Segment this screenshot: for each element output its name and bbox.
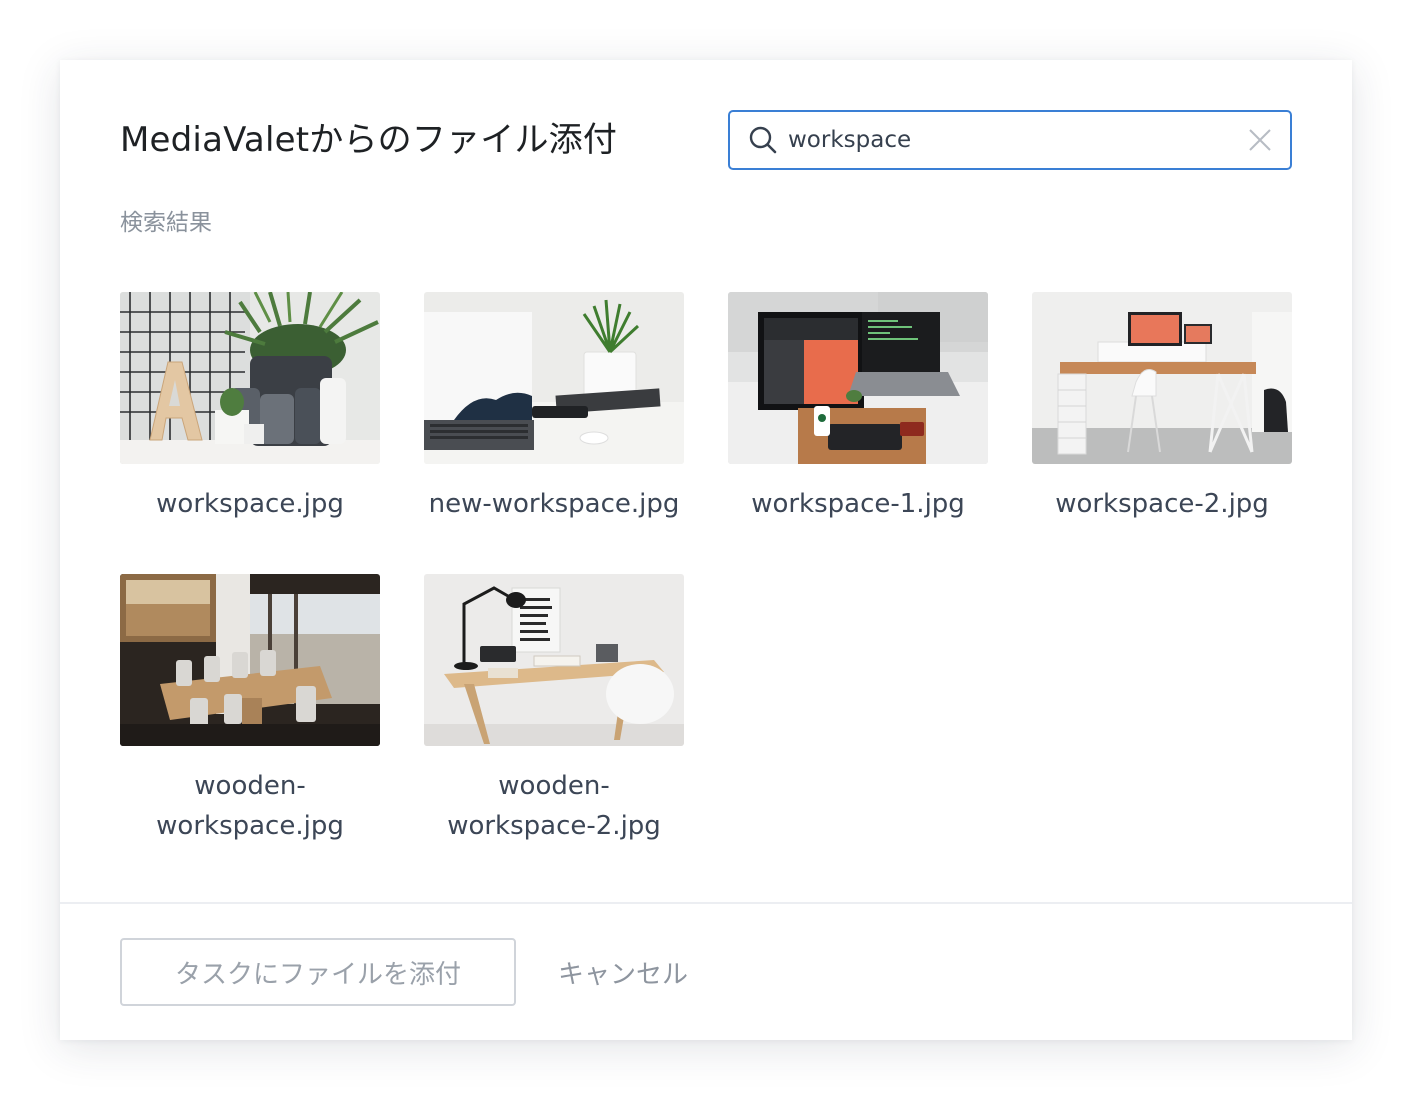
file-tile[interactable]: new-workspace.jpg [424,292,684,524]
file-tile[interactable]: workspace.jpg [120,292,380,524]
file-name[interactable]: wooden- workspace-2.jpg [404,766,704,846]
file-name[interactable]: new-workspace.jpg [404,484,704,524]
dialog-title: MediaValetからのファイル添付 [120,120,618,160]
file-tile[interactable]: workspace-1.jpg [728,292,988,524]
file-thumbnail[interactable] [120,292,380,464]
file-thumbnail[interactable] [728,292,988,464]
cancel-button[interactable]: キャンセル [538,938,708,1006]
file-name[interactable]: workspace.jpg [100,484,400,524]
search-icon [749,126,777,154]
attach-to-task-button[interactable]: タスクにファイルを添付 [120,938,516,1006]
file-thumbnail[interactable] [1032,292,1292,464]
file-thumbnail[interactable] [424,574,684,746]
file-thumbnail[interactable] [120,574,380,746]
file-tile[interactable]: wooden- workspace-2.jpg [424,574,684,846]
close-icon[interactable] [1248,128,1272,152]
search-results-label: 検索結果 [120,210,212,236]
attach-file-dialog: MediaValetからのファイル添付 検索結果 [60,60,1352,1040]
file-tile[interactable]: workspace-2.jpg [1032,292,1292,524]
file-name[interactable]: workspace-2.jpg [1012,484,1312,524]
file-name[interactable]: wooden- workspace.jpg [100,766,400,846]
search-input[interactable] [788,120,1218,160]
search-box[interactable] [728,110,1292,170]
file-thumbnail[interactable] [424,292,684,464]
file-tile[interactable]: wooden- workspace.jpg [120,574,380,846]
file-name[interactable]: workspace-1.jpg [708,484,1008,524]
footer-divider [60,902,1352,904]
